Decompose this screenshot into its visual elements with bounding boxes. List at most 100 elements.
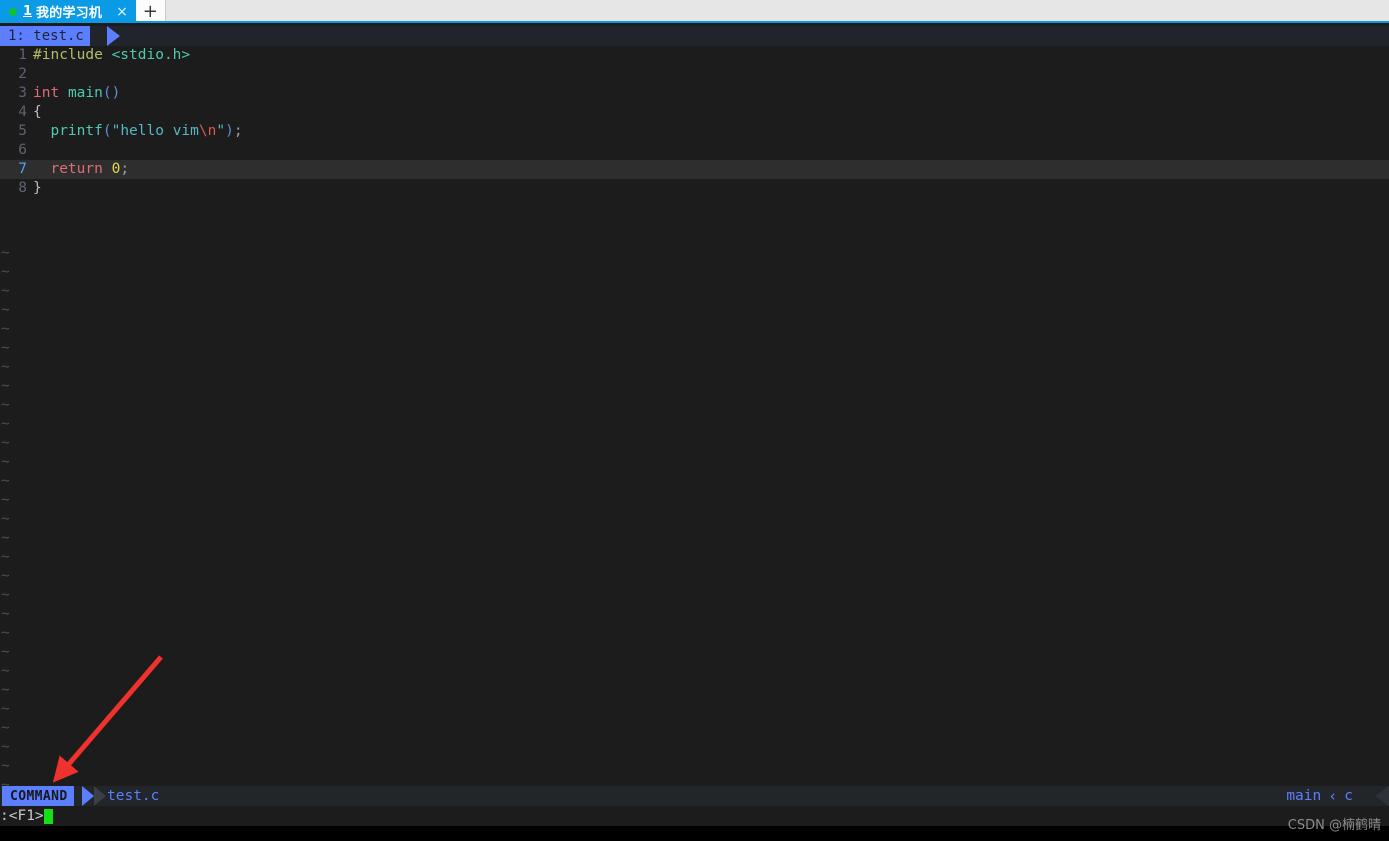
code-token: main <box>67 85 103 101</box>
mode-badge-chevron-secondary-icon <box>94 786 106 806</box>
empty-line-marker: ~ <box>1 245 10 261</box>
mode-badge-chevron-icon <box>82 786 94 806</box>
status-filename: test.c <box>107 788 160 804</box>
window-bottom-filler <box>0 826 1389 841</box>
terminal-tab-1[interactable]: 1 我的学习机 × <box>0 0 136 23</box>
code-line-text: return 0; <box>27 160 1389 179</box>
code-token: ) <box>225 123 234 139</box>
terminal-tab-index: 1 <box>23 4 33 19</box>
empty-line-marker: ~ <box>1 397 10 413</box>
terminal-tabbar: 1 我的学习机 × + <box>0 0 1389 23</box>
vim-bufferline: 1: test.c <box>0 26 1389 46</box>
vim-terminal-window: 1 我的学习机 × + 1: test.c 1 #include <stdio.h… <box>0 0 1389 841</box>
code-line-text: } <box>27 179 1389 198</box>
empty-line-marker: ~ <box>1 492 10 508</box>
empty-line-marker: ~ <box>1 644 10 660</box>
code-line[interactable]: 1 #include <stdio.h> <box>0 46 1389 65</box>
code-token: ; <box>120 161 130 177</box>
code-token: \n <box>198 123 217 139</box>
status-separator-icon: ‹ <box>1328 787 1338 805</box>
command-line-text: :<F1> <box>0 808 44 824</box>
statusline-endcap-icon <box>1375 786 1389 806</box>
code-line[interactable]: 4{ <box>0 103 1389 122</box>
buffer-tab-test-c[interactable]: 1: test.c <box>0 26 90 46</box>
empty-line-marker: ~ <box>1 682 10 698</box>
code-line-text: printf("hello vim\n"); <box>27 122 1389 141</box>
code-token: <stdio.h> <box>111 47 191 63</box>
connection-status-dot <box>9 7 17 16</box>
empty-line-marker: ~ <box>1 663 10 679</box>
code-line[interactable]: 8} <box>0 179 1389 198</box>
empty-line-marker: ~ <box>1 416 10 432</box>
empty-line-marker: ~ <box>1 625 10 641</box>
status-filetype: c <box>1344 788 1353 804</box>
empty-line-marker: ~ <box>1 454 10 470</box>
status-right-group: main ‹ c <box>1286 786 1353 806</box>
vim-statusline: COMMAND test.c main ‹ c <box>0 786 1389 806</box>
vim-command-line[interactable]: :<F1> <box>0 806 1389 826</box>
code-line-text: int main() <box>27 84 1389 103</box>
empty-line-marker: ~ <box>1 359 10 375</box>
close-icon[interactable]: × <box>116 5 128 19</box>
tabbar-underline <box>0 21 1389 23</box>
code-token: " <box>216 123 226 139</box>
text-cursor <box>43 808 53 824</box>
line-number: 5 <box>18 123 27 139</box>
empty-line-marker: ~ <box>1 302 10 318</box>
code-token: #include <box>33 47 103 63</box>
empty-line-marker: ~ <box>1 739 10 755</box>
empty-line-marker: ~ <box>1 321 10 337</box>
code-token: int <box>33 85 60 101</box>
line-number: 8 <box>18 180 27 196</box>
empty-line-marker: ~ <box>1 473 10 489</box>
empty-line-marker: ~ <box>1 435 10 451</box>
empty-line-marker: ~ <box>1 606 10 622</box>
code-token: ; <box>233 123 243 139</box>
code-token: ( <box>102 123 112 139</box>
empty-line-marker: ~ <box>1 587 10 603</box>
empty-line-marker: ~ <box>1 530 10 546</box>
code-lines: 1 #include <stdio.h> 2 3 int main() 4{5 print… <box>0 46 1389 198</box>
code-token: return <box>50 161 103 177</box>
code-token: } <box>33 180 42 196</box>
status-mode-badge: COMMAND <box>2 786 74 806</box>
csdn-watermark: CSDN @楠鹤晴 <box>1287 818 1381 833</box>
empty-line-marker: ~ <box>1 378 10 394</box>
code-line[interactable]: 7 return 0; <box>0 160 1389 179</box>
buffer-tab-chevron-icon <box>107 26 120 46</box>
terminal-tab-title: 我的学习机 <box>36 6 103 21</box>
code-line-text: #include <stdio.h> <box>27 46 1389 65</box>
code-line[interactable]: 2 <box>0 65 1389 84</box>
empty-line-marker: ~ <box>1 511 10 527</box>
empty-line-marker: ~ <box>1 758 10 774</box>
empty-line-marker: ~ <box>1 720 10 736</box>
new-tab-button[interactable]: + <box>135 0 166 23</box>
empty-line-marker: ~ <box>1 340 10 356</box>
code-token: printf <box>50 123 103 139</box>
empty-line-markers: ~~~~~~~~~~~~~~~~~~~~~~~~~~~~~~~ <box>0 244 40 833</box>
empty-line-marker: ~ <box>1 283 10 299</box>
code-line[interactable]: 6 <box>0 141 1389 160</box>
line-number: 7 <box>18 161 27 177</box>
empty-line-marker: ~ <box>1 264 10 280</box>
code-line-text: { <box>27 103 1389 122</box>
tabbar-empty-area <box>165 0 1389 23</box>
status-git-branch: main <box>1286 788 1322 804</box>
line-number: 2 <box>18 66 27 82</box>
empty-line-marker: ~ <box>1 549 10 565</box>
line-number: 6 <box>18 142 27 158</box>
code-token: { <box>33 104 42 120</box>
code-token: () <box>102 85 121 101</box>
code-line[interactable]: 3 int main() <box>0 84 1389 103</box>
code-token: "hello vim <box>111 123 199 139</box>
line-number: 1 <box>18 47 27 63</box>
empty-line-marker: ~ <box>1 568 10 584</box>
line-number: 3 <box>18 85 27 101</box>
line-number: 4 <box>18 104 27 120</box>
code-editor[interactable]: 1 #include <stdio.h> 2 3 int main() 4{5 print… <box>0 46 1389 831</box>
code-line[interactable]: 5 printf("hello vim\n"); <box>0 122 1389 141</box>
